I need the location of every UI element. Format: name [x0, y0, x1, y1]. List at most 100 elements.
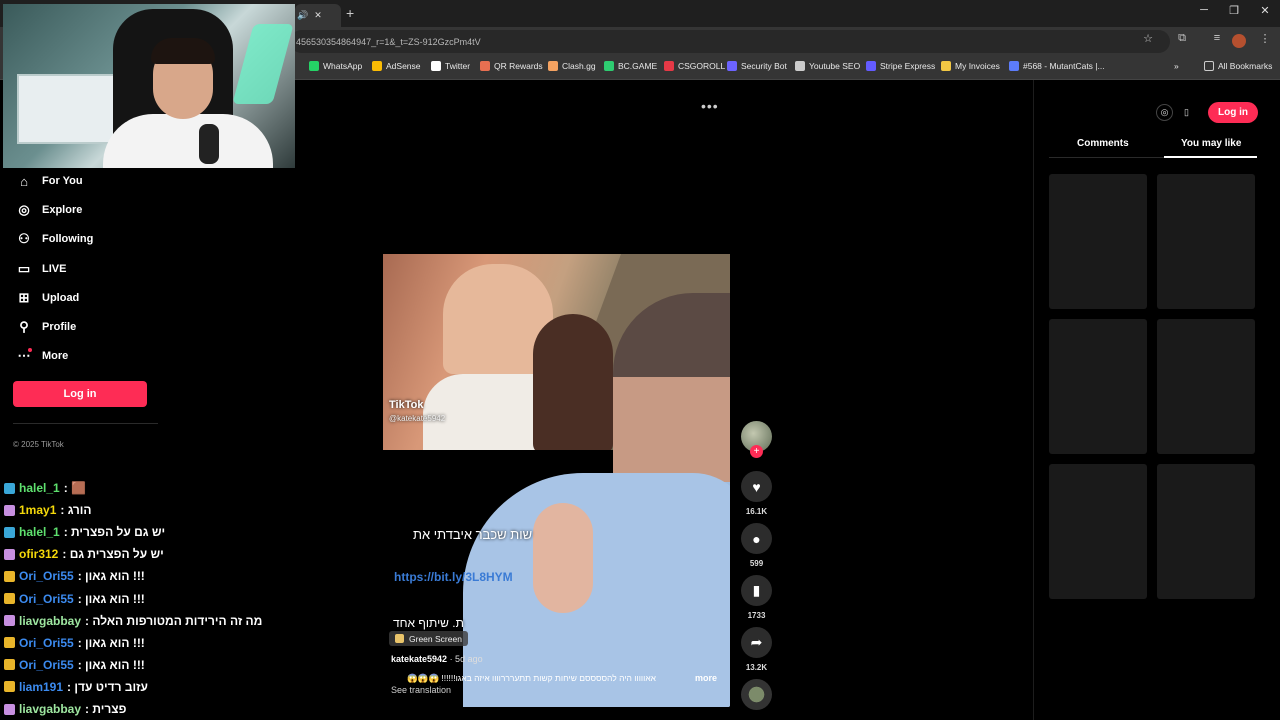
browser-menu-icon[interactable]: ⋮: [1256, 32, 1274, 45]
bookmark-label: Security Bot: [741, 61, 787, 71]
chat-badge-icon: [4, 482, 15, 494]
profile-avatar[interactable]: [1232, 34, 1246, 48]
more-options-icon[interactable]: •••: [701, 98, 719, 114]
follow-button[interactable]: +: [750, 445, 763, 458]
active-tab-indicator: [1164, 156, 1257, 158]
video-caption: אאווווו היה להססססם שיחות קשות תתערררווו…: [407, 673, 656, 683]
sidebar-item-profile[interactable]: ⚲ Profile: [16, 318, 76, 336]
save-button[interactable]: ▮: [741, 575, 772, 606]
chat-badge-icon: [4, 615, 15, 627]
bookmarks-overflow-icon[interactable]: »: [1174, 61, 1179, 71]
x-icon: [431, 61, 441, 71]
tab-close-button[interactable]: ✕: [314, 10, 322, 21]
media-icon[interactable]: ≡: [1208, 32, 1226, 44]
tab-audio-icon[interactable]: 🔊: [297, 10, 308, 21]
restore-icon[interactable]: ❐: [1224, 4, 1244, 17]
overlay-text: שות שכבר איבדתי את: [413, 527, 533, 542]
chat-text: : יש גם על הפצרית: [63, 525, 166, 540]
new-tab-button[interactable]: +: [346, 5, 354, 21]
effect-badge[interactable]: Green Screen: [389, 631, 468, 646]
suggested-video-tile[interactable]: [1157, 319, 1255, 454]
address-bar[interactable]: 456530354864947_r=1&_t=ZS-912GzcPm4tV: [290, 30, 1170, 53]
video-player[interactable]: TikTok @katekate5942 שות שכבר איבדתי את …: [383, 233, 730, 707]
caption-more-link[interactable]: more: [695, 673, 717, 683]
music-disc-icon[interactable]: [741, 679, 772, 710]
sidebar-item-explore[interactable]: ◎ Explore: [16, 201, 82, 219]
sidebar-item-label: More: [42, 350, 69, 362]
chat-badge-icon: [4, 526, 15, 538]
bookmark-item[interactable]: Clash.gg: [548, 61, 596, 71]
chat-username: ofir312: [19, 547, 59, 562]
chat-message: Ori_Ori55 : הוא גאון !!!: [4, 657, 145, 673]
bookmark-item[interactable]: Youtube SEO: [795, 61, 860, 71]
profile-icon: ⚲: [19, 319, 29, 334]
bookmark-item[interactable]: Twitter: [431, 61, 470, 71]
webcam-overlay: [3, 4, 295, 168]
sidebar-item-upload[interactable]: ⊞ Upload: [16, 289, 80, 307]
chat-message: Ori_Ori55 : הוא גאון !!!: [4, 568, 145, 584]
sidebar-item-for-you[interactable]: ⌂ For You: [16, 172, 82, 190]
comment-button[interactable]: ●: [741, 523, 772, 554]
bcgame-icon: [604, 61, 614, 71]
like-button[interactable]: ♥: [741, 471, 772, 502]
chat-text: : הורג: [60, 503, 92, 518]
youtube-seo-icon: [795, 61, 805, 71]
bookmark-item[interactable]: AdSense: [372, 61, 421, 71]
browser-tab[interactable]: 🔊 ✕: [295, 4, 341, 27]
streamer-shirt: [103, 114, 273, 168]
chat-badge-icon: [4, 659, 15, 671]
see-translation-link[interactable]: See translation: [391, 685, 451, 695]
bookmark-label: AdSense: [386, 61, 421, 71]
suggested-video-tile[interactable]: [1157, 464, 1255, 599]
chat-badge-icon: [4, 637, 15, 649]
extensions-icon[interactable]: ⧉: [1173, 32, 1191, 45]
sidebar-item-more[interactable]: ⋯ More: [16, 347, 69, 365]
bookmark-item[interactable]: QR Rewards: [480, 61, 543, 71]
bookmark-label: My Invoices: [955, 61, 1000, 71]
chat-message: halel_1 : יש גם על הפצרית: [4, 524, 165, 540]
home-icon: ⌂: [20, 173, 28, 189]
adsense-icon: [372, 61, 382, 71]
bookmark-item[interactable]: BC.GAME: [604, 61, 657, 71]
like-count: 16.1K: [745, 507, 768, 516]
mobile-icon[interactable]: ▯: [1178, 104, 1195, 121]
compass-icon[interactable]: ◎: [1156, 104, 1173, 121]
header-login-button[interactable]: Log in: [1208, 102, 1258, 123]
suggested-video-tile[interactable]: [1157, 174, 1255, 309]
share-button[interactable]: ➦: [741, 627, 772, 658]
author-name[interactable]: katekate5942: [391, 654, 447, 664]
suggested-video-tile[interactable]: [1049, 319, 1147, 454]
share-count: 13.2K: [745, 663, 768, 672]
chat-username: Ori_Ori55: [19, 591, 74, 606]
bookmark-item[interactable]: #568 - MutantCats |...: [1009, 61, 1105, 71]
upload-icon: ⊞: [18, 290, 30, 305]
suggested-video-tile[interactable]: [1049, 464, 1147, 599]
qr-rewards-icon: [480, 61, 490, 71]
chat-text: : יש על הפצרית גם: [62, 547, 164, 562]
bookmark-item[interactable]: Stripe Express: [866, 61, 935, 71]
tab-comments[interactable]: Comments: [1077, 138, 1129, 149]
bookmark-item[interactable]: My Invoices: [941, 61, 1000, 71]
sidebar-item-following[interactable]: ⚇ Following: [16, 230, 93, 248]
bookmark-item[interactable]: Security Bot: [727, 61, 787, 71]
chat-username: halel_1: [19, 481, 60, 495]
all-bookmarks-button[interactable]: All Bookmarks: [1204, 61, 1272, 71]
sidebar-login-button[interactable]: Log in: [13, 381, 147, 407]
sidebar-item-label: LIVE: [42, 263, 67, 275]
sidebar-item-label: Following: [42, 233, 94, 245]
tab-you-may-like[interactable]: You may like: [1181, 138, 1241, 149]
bookmark-star-icon[interactable]: ☆: [1139, 32, 1157, 45]
suggested-video-tile[interactable]: [1049, 174, 1147, 309]
close-window-icon[interactable]: ✕: [1255, 4, 1275, 17]
bookmark-label: Clash.gg: [562, 61, 596, 71]
security-bot-icon: [727, 61, 737, 71]
minimize-icon[interactable]: ─: [1194, 4, 1214, 16]
sidebar-item-live[interactable]: ▭ LIVE: [16, 260, 67, 278]
bookmark-item[interactable]: WhatsApp: [309, 61, 362, 71]
stripe-icon: [866, 61, 876, 71]
share-icon: ➦: [750, 634, 763, 650]
compass-icon: ◎: [18, 202, 30, 217]
video-author[interactable]: katekate5942 · 5d ago: [391, 654, 483, 664]
chat-username: Ori_Ori55: [19, 635, 74, 650]
bookmark-item[interactable]: CSGOROLL: [664, 61, 725, 71]
